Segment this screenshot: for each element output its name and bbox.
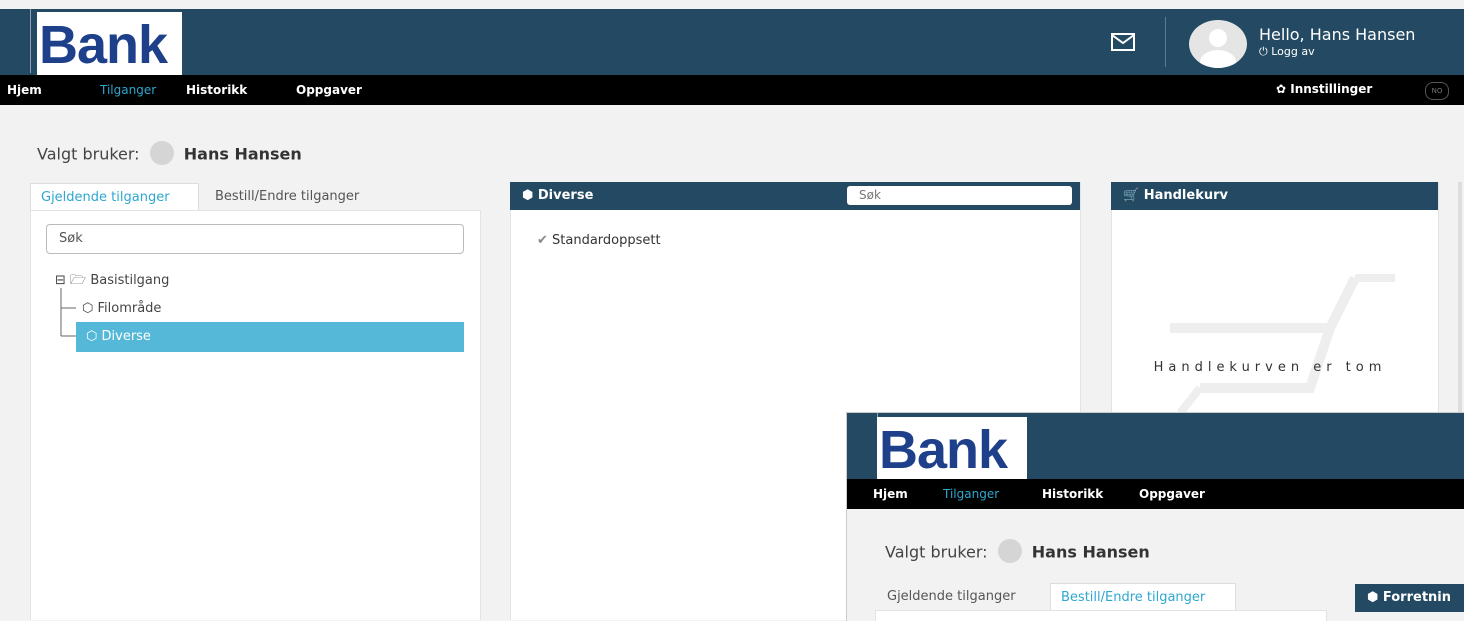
overlay-nav-tilganger[interactable]: Tilganger <box>943 487 999 501</box>
nav-historikk[interactable]: Historikk <box>186 83 247 97</box>
bank-logo[interactable]: Bank <box>37 12 182 76</box>
overlay-nav-hjem[interactable]: Hjem <box>873 487 908 501</box>
tree-search-input[interactable]: Søk <box>46 224 464 254</box>
box-icon: ⬢ <box>1367 590 1383 605</box>
logout-label: Logg av <box>1271 45 1315 58</box>
header-divider <box>30 9 31 73</box>
tree-node-label: Diverse <box>101 329 151 344</box>
cart-empty-message: Handlekurven er tom <box>1153 360 1387 375</box>
selected-user-label: Valgt bruker: <box>885 542 988 562</box>
diverse-card-title: Diverse <box>537 188 594 203</box>
cube-icon: ⬡ <box>82 301 94 316</box>
collapse-icon[interactable]: ⊟ <box>55 273 66 288</box>
selected-user-name: Hans Hansen <box>183 144 302 164</box>
avatar[interactable] <box>1189 20 1247 68</box>
mail-icon[interactable] <box>1111 32 1135 52</box>
tree-node-label: Basistilgang <box>90 273 170 288</box>
box-icon: ⬢ <box>522 188 538 203</box>
user-avatar-small <box>997 539 1022 563</box>
overlay-selected-user: Valgt bruker: Hans Hansen <box>885 539 1150 565</box>
diverse-search-input[interactable]: Søk <box>847 186 1072 205</box>
cube-icon: ⬡ <box>86 329 98 344</box>
nav-tilganger[interactable]: Tilganger <box>100 83 156 97</box>
overlay-card-title: Forretnin <box>1382 590 1451 605</box>
overlay-nav-historikk[interactable]: Historikk <box>1042 487 1103 501</box>
user-avatar-small <box>149 141 174 165</box>
selected-user: Valgt bruker: Hans Hansen <box>37 141 302 167</box>
tab-bestill-endre-tilganger[interactable]: Bestill/Endre tilganger <box>205 183 369 211</box>
nav-bar: Hjem Tilganger Historikk Oppgaver ✿ Inns… <box>0 75 1464 105</box>
folder-open-icon: 🗁 <box>70 273 87 288</box>
power-icon: ⏻ <box>1259 45 1272 58</box>
tree-node-filomrade[interactable]: ⬡ Filområde <box>82 301 161 316</box>
tree-node-diverse[interactable]: ⬡ Diverse <box>76 322 464 352</box>
language-toggle[interactable]: NO <box>1425 82 1449 100</box>
overlay-nav-bar: Hjem Tilganger Historikk Oppgaver <box>847 479 1464 509</box>
overlay-screenshot: Bank Hjem Tilganger Historikk Oppgaver V… <box>846 412 1464 621</box>
settings-link[interactable]: ✿ Innstillinger <box>1276 82 1372 96</box>
gear-icon: ✿ <box>1276 82 1291 96</box>
cart-card-header: 🛒 Handlekurv <box>1111 182 1438 210</box>
overlay-tab-gjeldende-tilganger[interactable]: Gjeldende tilganger <box>877 583 1026 611</box>
cart-icon: 🛒 <box>1123 188 1144 203</box>
settings-label: Innstillinger <box>1290 82 1373 96</box>
user-greeting: Hello, Hans Hansen <box>1259 25 1416 44</box>
user-silhouette-icon <box>1200 29 1236 68</box>
overlay-nav-oppgaver[interactable]: Oppgaver <box>1139 487 1205 501</box>
nav-oppgaver[interactable]: Oppgaver <box>296 83 362 97</box>
overlay-tab-panel <box>875 610 1327 621</box>
header-separator <box>1165 17 1166 67</box>
nav-hjem[interactable]: Hjem <box>7 83 42 97</box>
cart-card-title: Handlekurv <box>1143 188 1228 203</box>
overlay-card-header: ⬢ Forretnin <box>1355 584 1464 612</box>
item-label: Standardoppsett <box>552 233 661 248</box>
logout-link[interactable]: ⏻ Logg av <box>1259 45 1315 59</box>
check-icon: ✔ <box>537 233 553 248</box>
tab-gjeldende-tilganger[interactable]: Gjeldende tilganger <box>30 183 199 211</box>
selected-user-label: Valgt bruker: <box>37 144 140 164</box>
empty-cart-icon <box>1170 274 1395 416</box>
tree-node-label: Filområde <box>97 301 162 316</box>
overlay-tab-bestill-endre-tilganger[interactable]: Bestill/Endre tilganger <box>1050 583 1236 611</box>
list-item[interactable]: ✔ Standardoppsett <box>537 233 661 248</box>
overlay-bank-logo[interactable]: Bank <box>877 417 1027 481</box>
selected-user-name: Hans Hansen <box>1031 542 1150 562</box>
